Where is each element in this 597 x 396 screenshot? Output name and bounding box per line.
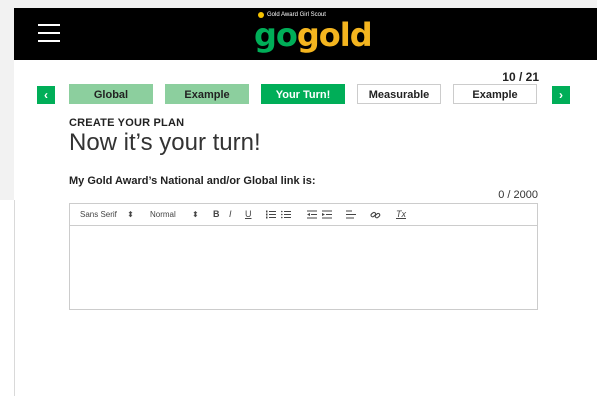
italic-button[interactable]: I <box>229 204 232 225</box>
hamburger-menu-icon[interactable] <box>38 24 60 44</box>
align-left-icon <box>346 210 356 219</box>
align-button[interactable] <box>346 204 356 225</box>
link-button[interactable] <box>370 204 381 225</box>
app-header: Gold Award Girl Scout gogold <box>14 8 597 60</box>
progress-indicator: 10 / 21 <box>502 70 539 84</box>
logo-wordmark: gogold <box>254 16 373 54</box>
gogold-logo[interactable]: Gold Award Girl Scout gogold <box>244 12 374 58</box>
question-label: My Gold Award’s National and/or Global l… <box>69 175 316 187</box>
step-tab-measurable[interactable]: Measurable <box>357 84 441 104</box>
indent-increase-button[interactable] <box>322 204 332 225</box>
underline-button[interactable]: U <box>245 204 252 225</box>
editor-toolbar: Sans Serif ⬍ Normal ⬍ B I U Tx <box>70 204 537 226</box>
select-arrows-icon: ⬍ <box>127 210 134 219</box>
step-tab-global[interactable]: Global <box>69 84 153 104</box>
bullet-list-icon <box>281 211 291 219</box>
window-left-edge <box>0 0 14 200</box>
bold-button[interactable]: B <box>213 204 220 225</box>
window-left-border <box>14 200 15 396</box>
indent-icon <box>322 210 332 219</box>
page-title: Now it’s your turn! <box>69 129 261 156</box>
font-size-select[interactable]: Normal ⬍ <box>150 204 199 225</box>
bullet-list-button[interactable] <box>281 204 291 225</box>
step-tab-example[interactable]: Example <box>165 84 249 104</box>
outdent-icon <box>307 210 317 219</box>
rich-text-editor: Sans Serif ⬍ Normal ⬍ B I U Tx <box>69 203 538 310</box>
ordered-list-button[interactable] <box>266 204 276 225</box>
step-tab-example-2[interactable]: Example <box>453 84 537 104</box>
section-eyebrow: CREATE YOUR PLAN <box>69 117 185 129</box>
link-icon <box>370 211 381 219</box>
clear-formatting-button[interactable]: Tx <box>396 204 406 225</box>
next-step-button[interactable]: › <box>552 86 570 104</box>
step-tab-your-turn[interactable]: Your Turn! <box>261 84 345 104</box>
ordered-list-icon <box>266 210 276 219</box>
prev-step-button[interactable]: ‹ <box>37 86 55 104</box>
editor-content-area[interactable] <box>70 226 537 311</box>
indent-decrease-button[interactable] <box>307 204 317 225</box>
select-arrows-icon: ⬍ <box>192 210 199 219</box>
font-family-select[interactable]: Sans Serif ⬍ <box>80 204 134 225</box>
character-counter: 0 / 2000 <box>498 189 538 201</box>
window-top-edge <box>0 0 597 8</box>
